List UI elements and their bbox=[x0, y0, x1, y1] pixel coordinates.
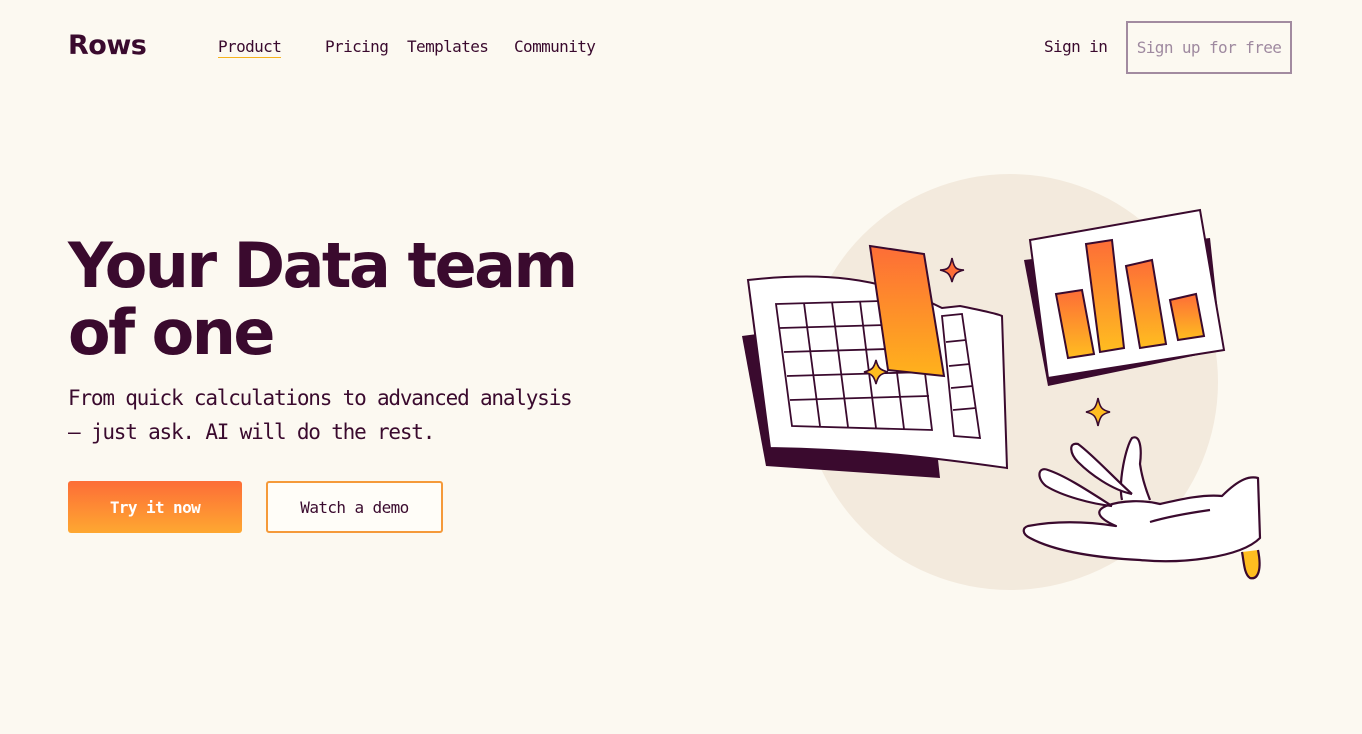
landing-page: Rows Product Pricing Templates Community… bbox=[0, 0, 1362, 734]
rows-logo[interactable]: Rows bbox=[68, 30, 147, 61]
hero-illustration bbox=[742, 174, 1262, 590]
nav-item-templates[interactable]: Templates bbox=[407, 37, 489, 56]
try-it-now-label: Try it now bbox=[109, 497, 201, 517]
hero-subtitle: From quick calculations to advanced anal… bbox=[68, 386, 573, 444]
hero-title: Your Data team of one bbox=[68, 229, 578, 369]
sign-in-link[interactable]: Sign in bbox=[1044, 37, 1108, 56]
nav-item-pricing[interactable]: Pricing bbox=[325, 37, 389, 56]
watch-demo-button[interactable]: Watch a demo bbox=[266, 481, 443, 533]
try-it-now-button[interactable]: Try it now bbox=[68, 481, 242, 533]
nav-item-product[interactable]: Product bbox=[218, 37, 282, 58]
nav-item-community[interactable]: Community bbox=[514, 37, 596, 56]
sign-up-label: Sign up for free bbox=[1136, 38, 1282, 57]
watch-demo-label: Watch a demo bbox=[300, 497, 409, 517]
sign-up-button[interactable]: Sign up for free bbox=[1126, 21, 1292, 74]
